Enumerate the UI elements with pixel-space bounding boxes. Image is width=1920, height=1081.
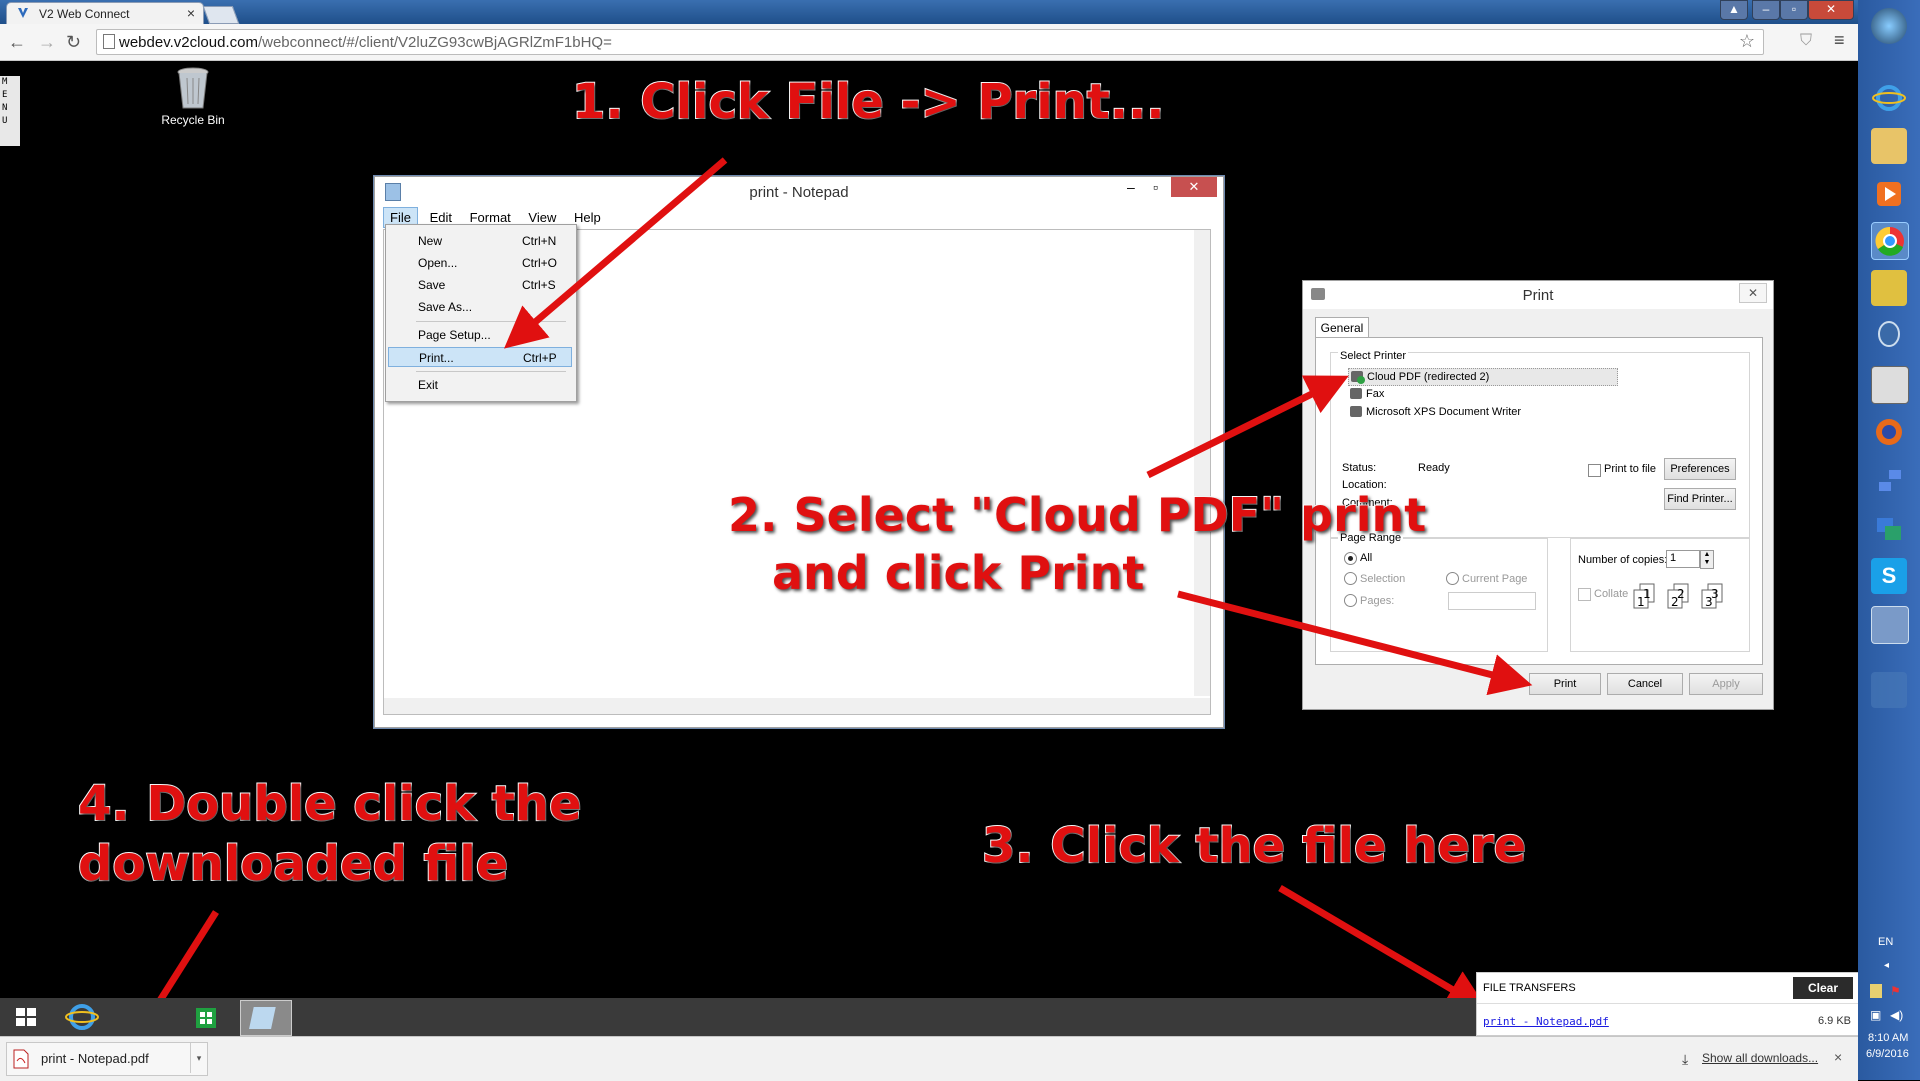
step4-annotation-line1: 4. Double click the [77,775,583,833]
pdf-file-icon [13,1049,29,1069]
remote-app-icon[interactable] [1871,606,1909,644]
download-arrow-icon: ⤓ [1682,1051,1689,1067]
download-bar: print - Notepad.pdf ▾ ⤓ Show all downloa… [0,1036,1858,1081]
firefox-icon[interactable] [1871,414,1907,450]
file-transfers-heading: FILE TRANSFERS [1483,982,1576,994]
network-icon[interactable] [1871,462,1907,498]
internet-explorer-icon[interactable] [62,1000,102,1034]
file-transfer-size: 6.9 KB [1817,1015,1851,1027]
download-item[interactable]: print - Notepad.pdf ▾ [6,1042,208,1076]
tray-expand-icon[interactable]: ◂ [1884,960,1889,971]
store-icon[interactable] [186,1000,226,1034]
file-explorer-icon[interactable] [1871,128,1907,164]
pinned-app-icon[interactable] [1871,672,1907,708]
download-options-chevron-icon[interactable]: ▾ [190,1043,207,1073]
step1-annotation: 1. Click File -> Print... [571,73,1165,131]
clock-time[interactable]: 8:10 AM [1868,1032,1908,1044]
sublime-icon[interactable] [1871,366,1909,404]
host-taskbar: S EN ◂ ⚑ ▣ ◀) 8:10 AM 6/9/2016 [1858,0,1920,1080]
step2-annotation-line1: 2. Select "Cloud PDF" print [727,487,1427,543]
windows-orb-icon[interactable] [1871,8,1907,44]
filezilla-icon[interactable] [1871,270,1907,306]
file-transfer-link[interactable]: print - Notepad.pdf [1483,1015,1609,1028]
arrow-to-file-transfer [1278,884,1489,1011]
file-transfers-panel: FILE TRANSFERS Clear print - Notepad.pdf… [1476,972,1860,1036]
chrome-icon[interactable] [1871,222,1909,260]
network-tray-icon[interactable]: ▣ [1870,1008,1881,1022]
postgres-icon[interactable] [1871,318,1907,354]
clock-date[interactable]: 6/9/2016 [1866,1048,1909,1060]
step4-annotation-line2: downloaded file [77,835,509,893]
clear-button[interactable]: Clear [1793,977,1853,999]
media-player-icon[interactable] [1871,176,1907,212]
language-indicator[interactable]: EN [1878,936,1893,948]
arrow-to-print-menu [504,157,728,349]
download-bar-close-icon[interactable]: × [1834,1049,1842,1065]
action-center-flag-icon[interactable]: ⚑ [1890,984,1901,998]
skype-icon[interactable]: S [1871,558,1907,594]
download-file-name: print - Notepad.pdf [41,1051,149,1066]
arrow-to-print-button [1177,590,1533,696]
notepad-taskbar-icon[interactable] [240,1000,292,1036]
internet-explorer-icon[interactable] [1871,80,1907,116]
arrow-to-cloud-pdf [1146,375,1349,479]
windows-start-icon[interactable] [6,1000,46,1034]
volume-icon[interactable]: ◀) [1890,1008,1903,1022]
show-all-downloads-link[interactable]: Show all downloads... [1702,1051,1818,1065]
step3-annotation: 3. Click the file here [981,817,1527,875]
remote-desktop-icon[interactable] [1871,510,1907,546]
step2-annotation-line2: and click Print [771,545,1145,601]
tray-notes-icon[interactable] [1870,984,1882,998]
file-transfers-header: FILE TRANSFERS Clear [1477,973,1859,1004]
